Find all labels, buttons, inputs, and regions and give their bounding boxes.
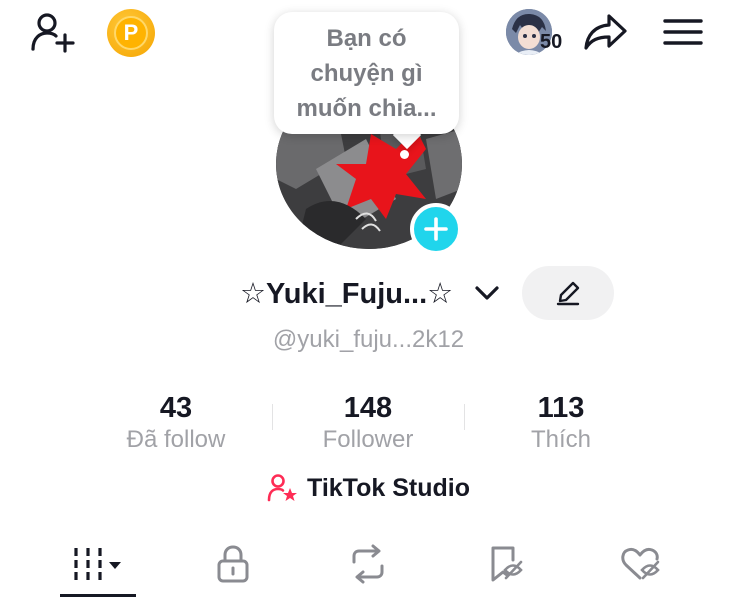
pencil-icon — [556, 281, 580, 306]
hamburger-icon — [663, 19, 703, 45]
coin-icon: P — [114, 16, 148, 50]
bubble-pointer-dot — [400, 150, 409, 159]
chevron-down-icon — [475, 286, 499, 300]
tiktok-studio-label: TikTok Studio — [307, 473, 470, 502]
stat-label: Thích — [530, 426, 592, 453]
note-bubble-text: Bạn có chuyện gì muốn chia... — [296, 24, 437, 122]
stat-label: Follower — [322, 426, 414, 453]
account-switch-button[interactable] — [473, 282, 501, 304]
heart-icon — [621, 547, 660, 580]
stat-value: 43 — [159, 392, 193, 424]
stat-label: Đã follow — [126, 426, 226, 453]
note-bubble[interactable]: Bạn có chuyện gì muốn chia... — [274, 12, 459, 134]
stat-followers[interactable]: 148 Follower — [273, 392, 463, 456]
menu-button[interactable] — [659, 12, 707, 52]
active-tab-indicator — [60, 594, 136, 597]
plus-icon — [424, 217, 448, 241]
tab-reposts[interactable] — [328, 540, 408, 588]
repost-icon — [352, 544, 384, 584]
tab-liked[interactable] — [600, 540, 680, 588]
coin-letter: P — [123, 20, 139, 45]
lock-icon — [217, 545, 249, 583]
tab-videos[interactable] — [58, 540, 138, 588]
display-name[interactable]: ☆Yuki_Fuju...☆ — [240, 276, 453, 311]
add-friend-button[interactable] — [28, 10, 78, 54]
studio-user-star-icon — [267, 474, 298, 502]
name-row: ☆Yuki_Fuju...☆ — [0, 266, 737, 320]
stat-value: 148 — [343, 392, 393, 424]
add-user-icon — [31, 13, 75, 53]
tab-private[interactable] — [193, 540, 273, 588]
stat-following[interactable]: 43 Đã follow — [81, 392, 271, 456]
share-icon — [584, 14, 627, 50]
add-story-button[interactable] — [410, 203, 462, 255]
edit-profile-button[interactable] — [522, 266, 614, 320]
grid-icon — [74, 548, 121, 580]
coins-button[interactable]: P — [107, 9, 155, 57]
stat-divider — [464, 404, 465, 430]
username: @yuki_fuju...2k12 — [272, 326, 465, 353]
friends-count: 50 — [540, 31, 563, 53]
stat-value: 113 — [537, 392, 585, 424]
share-profile-button[interactable] — [580, 10, 630, 54]
bookmark-icon — [491, 546, 523, 582]
stat-likes[interactable]: 113 Thích — [466, 392, 656, 456]
tab-favorites[interactable] — [465, 540, 545, 588]
tiktok-studio-link[interactable]: TikTok Studio — [0, 470, 737, 506]
